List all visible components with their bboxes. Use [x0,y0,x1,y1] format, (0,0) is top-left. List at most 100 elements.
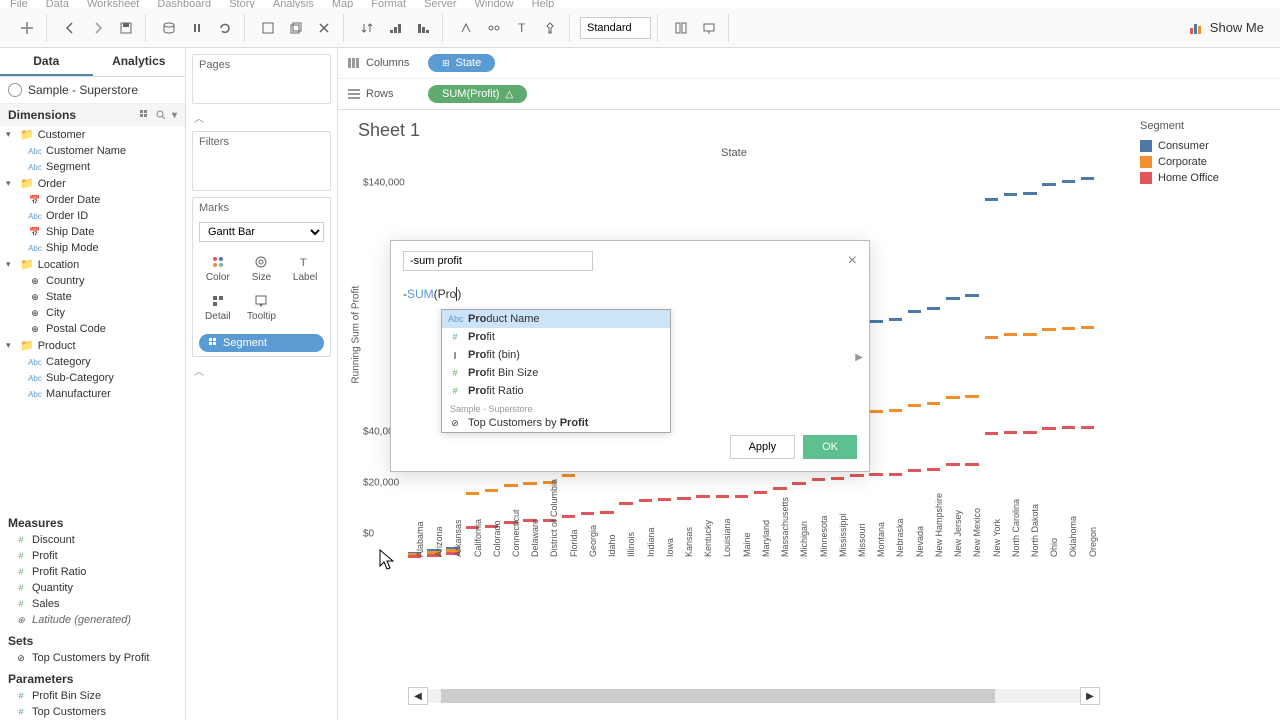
gantt-mark[interactable] [716,495,729,498]
gantt-mark[interactable] [927,307,940,310]
clear-button[interactable] [311,15,337,41]
gantt-mark[interactable] [600,511,613,514]
folder-product[interactable]: ▾📁Product [0,337,185,354]
gantt-mark[interactable] [754,491,767,494]
autocomplete-item[interactable]: AbcProduct Name [442,310,670,328]
gantt-mark[interactable] [1081,177,1094,180]
expand-icon[interactable]: ▶ [855,352,863,363]
datasource-row[interactable]: Sample - Superstore [0,77,185,104]
legend-item-corporate[interactable]: Corporate [1140,154,1270,170]
gantt-mark[interactable] [466,492,479,495]
gantt-mark[interactable] [1004,333,1017,336]
text-button[interactable]: T [509,15,535,41]
pin-button[interactable] [537,15,563,41]
gantt-mark[interactable] [658,498,671,501]
field-profit-bin-size[interactable]: #Profit Bin Size [0,688,185,704]
duplicate-button[interactable] [283,15,309,41]
gantt-mark[interactable] [562,474,575,477]
gantt-mark[interactable] [869,320,882,323]
pause-button[interactable] [184,15,210,41]
ok-button[interactable]: OK [803,435,857,459]
field-discount[interactable]: #Discount [0,532,185,548]
gantt-mark[interactable] [562,515,575,518]
show-cards-button[interactable] [668,15,694,41]
field-manufacturer[interactable]: AbcManufacturer [0,386,185,402]
gantt-mark[interactable] [504,484,517,487]
gantt-mark[interactable] [1081,326,1094,329]
mark-color[interactable]: Color [197,250,239,287]
gantt-mark[interactable] [1004,431,1017,434]
autocomplete-item[interactable]: ⊘Top Customers by Profit [442,414,670,432]
gantt-mark[interactable] [1062,426,1075,429]
gantt-mark[interactable] [889,318,902,321]
rows-pill-profit[interactable]: SUM(Profit)△ [428,85,527,103]
logo-icon[interactable] [14,15,40,41]
field-profit-ratio[interactable]: #Profit Ratio [0,564,185,580]
field-sub-category[interactable]: AbcSub-Category [0,370,185,386]
search-icon[interactable] [156,110,166,120]
gantt-mark[interactable] [908,404,921,407]
tab-data[interactable]: Data [0,48,93,76]
calc-formula-editor[interactable]: -SUM(Pro) AbcProduct Name#Profit⫾Profit … [391,277,869,427]
sort-asc-button[interactable] [382,15,408,41]
collapse-top-chevron-icon[interactable]: ︿ [192,110,206,125]
swap-button[interactable] [354,15,380,41]
mark-label[interactable]: TLabel [284,250,326,287]
view-icon[interactable] [140,110,150,120]
gantt-mark[interactable] [965,395,978,398]
field-ship-date[interactable]: 📅Ship Date [0,224,185,240]
horizontal-scrollbar[interactable]: ◀ ▶ [408,687,1100,705]
field-sales[interactable]: #Sales [0,596,185,612]
pages-card[interactable]: Pages [192,54,331,104]
gantt-mark[interactable] [581,512,594,515]
autocomplete-item[interactable]: #Profit [442,328,670,346]
highlight-button[interactable] [453,15,479,41]
gantt-mark[interactable] [1023,431,1036,434]
gantt-mark[interactable] [1023,192,1036,195]
filters-card[interactable]: Filters [192,131,331,191]
marks-type-select[interactable]: Gantt Bar [199,222,324,242]
field-latitude-(generated)[interactable]: ⊕Latitude (generated) [0,612,185,628]
field-quantity[interactable]: #Quantity [0,580,185,596]
gantt-mark[interactable] [812,478,825,481]
gantt-mark[interactable] [677,497,690,500]
tab-analytics[interactable]: Analytics [93,48,186,76]
scroll-right-button[interactable]: ▶ [1080,687,1100,705]
columns-pill-state[interactable]: ⊞State [428,54,495,72]
calc-name-input[interactable] [403,251,593,271]
autocomplete-item[interactable]: #Profit Bin Size [442,364,670,382]
gantt-mark[interactable] [946,463,959,466]
field-profit[interactable]: #Profit [0,548,185,564]
mark-detail[interactable]: Detail [197,289,239,326]
gantt-mark[interactable] [889,409,902,412]
gantt-mark[interactable] [946,297,959,300]
segment-pill[interactable]: Segment [199,334,324,352]
gantt-mark[interactable] [1042,427,1055,430]
gantt-mark[interactable] [927,402,940,405]
menu-icon[interactable]: ▾ [172,110,177,121]
mark-size[interactable]: Size [241,250,283,287]
forward-button[interactable] [85,15,111,41]
gantt-mark[interactable] [1042,183,1055,186]
gantt-mark[interactable] [619,502,632,505]
apply-button[interactable]: Apply [730,435,796,459]
field-order-date[interactable]: 📅Order Date [0,192,185,208]
group-button[interactable] [481,15,507,41]
legend-item-consumer[interactable]: Consumer [1140,138,1270,154]
field-top-customers[interactable]: #Top Customers [0,704,185,720]
gantt-mark[interactable] [985,336,998,339]
field-postal-code[interactable]: ⊕Postal Code [0,321,185,337]
gantt-mark[interactable] [1023,333,1036,336]
gantt-mark[interactable] [792,482,805,485]
field-ship-mode[interactable]: AbcShip Mode [0,240,185,256]
gantt-mark[interactable] [869,410,882,413]
gantt-mark[interactable] [889,473,902,476]
columns-shelf[interactable]: Columns ⊞State [338,48,1280,78]
gantt-mark[interactable] [985,432,998,435]
field-category[interactable]: AbcCategory [0,354,185,370]
gantt-mark[interactable] [985,198,998,201]
field-country[interactable]: ⊕Country [0,273,185,289]
gantt-mark[interactable] [927,468,940,471]
gantt-mark[interactable] [1081,426,1094,429]
gantt-mark[interactable] [735,495,748,498]
